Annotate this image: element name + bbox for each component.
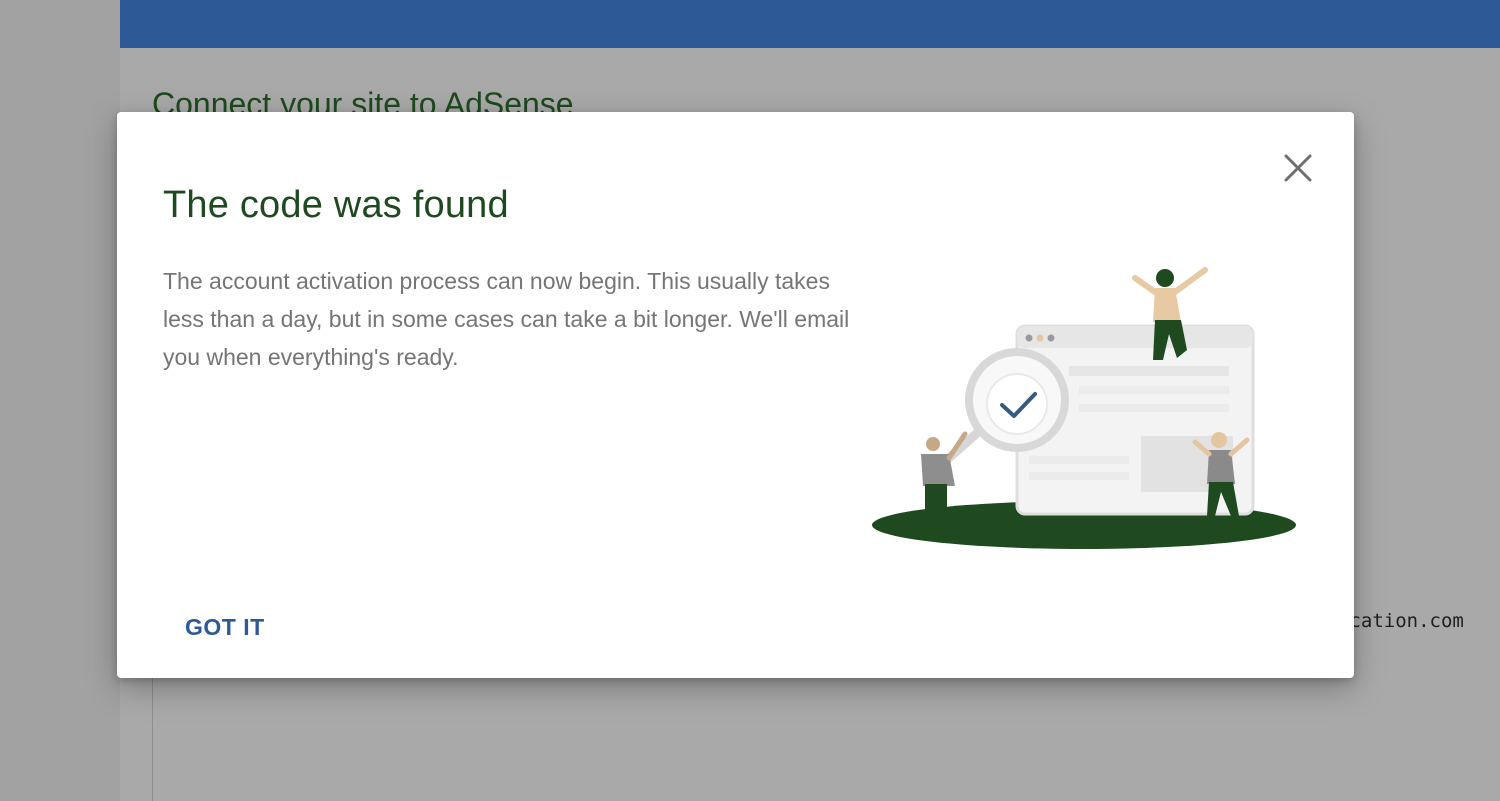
dialog-title: The code was found bbox=[163, 184, 509, 226]
close-button[interactable] bbox=[1280, 150, 1316, 186]
site-verified-illustration bbox=[872, 267, 1296, 549]
close-icon bbox=[1284, 154, 1312, 182]
dialog-body-text: The account activation process can now b… bbox=[163, 268, 850, 370]
app-header-bar bbox=[120, 0, 1500, 48]
code-found-dialog: The code was found The account activatio… bbox=[117, 112, 1354, 678]
code-snippet-text: ication.com bbox=[1338, 610, 1464, 632]
got-it-button[interactable]: GOT IT bbox=[169, 606, 281, 649]
left-nav-area bbox=[0, 0, 120, 801]
